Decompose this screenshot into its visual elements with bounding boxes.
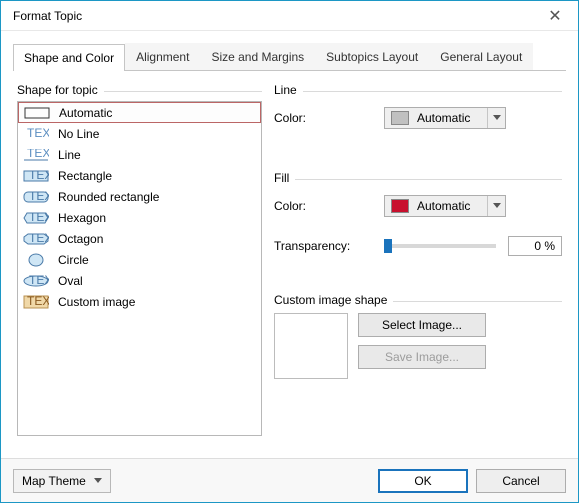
dialog-footer: Map Theme OK Cancel <box>1 458 578 502</box>
shape-item-label: Circle <box>58 253 89 267</box>
fill-group: Fill Color: Automatic Transparency: <box>274 171 562 259</box>
svg-text:TEXT: TEXT <box>29 212 49 224</box>
fill-color-label: Color: <box>274 199 384 213</box>
chevron-down-icon <box>487 108 505 128</box>
rectangle-outline-icon <box>23 106 51 120</box>
tab-general-layout[interactable]: General Layout <box>429 43 533 70</box>
shape-item-label: Line <box>58 148 81 162</box>
chevron-down-icon <box>487 196 505 216</box>
custom-image-preview <box>274 313 348 379</box>
shape-item-no-line[interactable]: TEXT No Line <box>18 123 261 144</box>
transparency-input[interactable] <box>508 236 562 256</box>
select-image-button[interactable]: Select Image... <box>358 313 486 337</box>
shape-item-circle[interactable]: Circle <box>18 249 261 270</box>
line-color-swatch <box>391 111 409 125</box>
tab-size-and-margins[interactable]: Size and Margins <box>200 43 315 70</box>
shape-list[interactable]: Automatic TEXT No Line TEXT Line TEXT Re… <box>17 101 262 436</box>
title-bar: Format Topic ✕ <box>1 1 578 31</box>
close-icon[interactable]: ✕ <box>540 1 570 31</box>
fill-color-select[interactable]: Automatic <box>384 195 506 217</box>
shape-for-topic-group: Shape for topic Automatic TEXT No Line T… <box>17 83 262 436</box>
ok-button[interactable]: OK <box>378 469 468 493</box>
svg-text:TEXT: TEXT <box>27 295 49 308</box>
tab-subtopics-layout[interactable]: Subtopics Layout <box>315 43 429 70</box>
fill-color-value: Automatic <box>415 199 487 213</box>
svg-text:TEXT: TEXT <box>29 191 49 203</box>
shape-item-label: Octagon <box>58 232 103 246</box>
line-group: Line Color: Automatic <box>274 83 562 131</box>
shape-item-label: Rounded rectangle <box>58 190 159 204</box>
shape-item-octagon[interactable]: TEXT Octagon <box>18 228 261 249</box>
hexagon-icon: TEXT <box>22 211 50 225</box>
line-color-label: Color: <box>274 111 384 125</box>
save-image-button: Save Image... <box>358 345 486 369</box>
line-group-title: Line <box>274 83 303 97</box>
map-theme-label: Map Theme <box>22 474 86 488</box>
shape-item-label: No Line <box>58 127 99 141</box>
line-color-value: Automatic <box>415 111 487 125</box>
shape-item-rectangle[interactable]: TEXT Rectangle <box>18 165 261 186</box>
shape-item-label: Hexagon <box>58 211 106 225</box>
shape-item-custom-image[interactable]: TEXT Custom image <box>18 291 261 312</box>
shape-item-automatic[interactable]: Automatic <box>18 102 261 123</box>
tab-strip: Shape and Color Alignment Size and Margi… <box>13 43 566 71</box>
tab-shape-and-color[interactable]: Shape and Color <box>13 44 125 71</box>
shape-item-label: Oval <box>58 274 83 288</box>
slider-thumb[interactable] <box>384 239 392 253</box>
transparency-label: Transparency: <box>274 239 384 253</box>
shape-item-label: Rectangle <box>58 169 112 183</box>
octagon-icon: TEXT <box>22 232 50 246</box>
svg-text:TEXT: TEXT <box>29 233 49 245</box>
oval-icon: TEXT <box>22 274 50 288</box>
svg-text:TEXT: TEXT <box>29 170 49 182</box>
custom-image-title: Custom image shape <box>274 293 393 307</box>
line-color-select[interactable]: Automatic <box>384 107 506 129</box>
fill-group-title: Fill <box>274 171 295 185</box>
cancel-button[interactable]: Cancel <box>476 469 566 493</box>
window-title: Format Topic <box>9 9 540 23</box>
rounded-rectangle-icon: TEXT <box>22 190 50 204</box>
rectangle-icon: TEXT <box>22 169 50 183</box>
shape-item-rounded-rectangle[interactable]: TEXT Rounded rectangle <box>18 186 261 207</box>
shape-item-hexagon[interactable]: TEXT Hexagon <box>18 207 261 228</box>
transparency-slider[interactable] <box>384 244 496 248</box>
shape-for-topic-label: Shape for topic <box>17 83 104 97</box>
shape-item-label: Automatic <box>59 106 112 120</box>
svg-text:TEXT: TEXT <box>27 149 49 160</box>
shape-item-label: Custom image <box>58 295 135 309</box>
triangle-down-icon <box>94 478 102 484</box>
line-icon: TEXT <box>22 148 50 162</box>
map-theme-dropdown[interactable]: Map Theme <box>13 469 111 493</box>
svg-text:TEXT: TEXT <box>29 275 49 287</box>
tab-alignment[interactable]: Alignment <box>125 43 200 70</box>
fill-color-swatch <box>391 199 409 213</box>
no-line-icon: TEXT <box>22 127 50 141</box>
shape-item-line[interactable]: TEXT Line <box>18 144 261 165</box>
svg-text:TEXT: TEXT <box>27 128 49 140</box>
custom-image-group: Custom image shape Select Image... Save … <box>274 293 562 379</box>
shape-item-oval[interactable]: TEXT Oval <box>18 270 261 291</box>
custom-image-icon: TEXT <box>22 295 50 309</box>
circle-icon <box>22 253 50 267</box>
